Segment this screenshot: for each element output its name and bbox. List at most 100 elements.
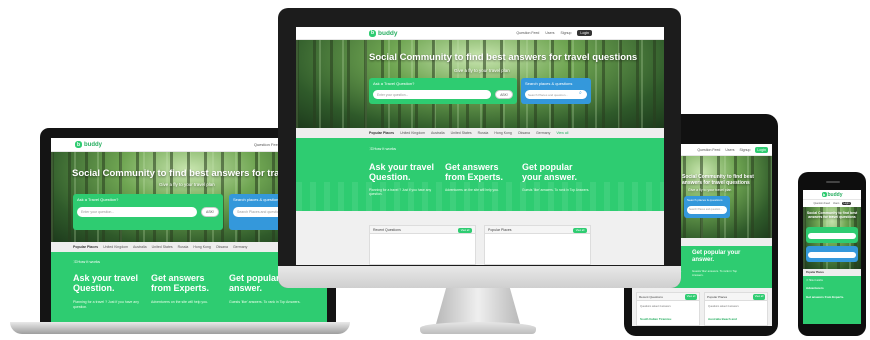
nav-signup[interactable]: Signup [561,31,572,35]
phone-screen: b buddy Question Feed Users Login Social… [803,190,861,324]
step-popular-text: Guests 'like' answers. To rank in Top An… [522,188,590,192]
hero-title: Social Community to find best answers fo… [682,174,754,186]
search-input[interactable]: Search Places and question... [687,206,727,214]
ask-question-label: Ask a Travel Question? [77,197,119,202]
logo-icon: b [369,29,376,37]
view-all-button[interactable]: View all [753,294,765,300]
monitor-topbar: b buddy Question Feed Users Signup Login [296,27,664,40]
monitor-nav: Question Feed Users Signup Login [516,30,592,36]
nav-question-feed[interactable]: Question Feed [516,31,539,35]
search-box: Search places & questions Search Places … [521,78,591,104]
view-all-button[interactable]: View all [685,294,697,300]
ask-question-label: Ask a Travel Question? [373,81,415,86]
phone-how-it-works: ⤨ How it works Adventurers Get answers f… [803,276,861,324]
place-link[interactable]: Oksana [216,245,228,249]
place-link[interactable]: Australia [133,245,147,249]
nav-users[interactable]: Users [725,148,734,152]
monitor-logo[interactable]: b buddy [369,29,398,37]
monitor-how-it-works: ⤨ How it works Ask your travel Question.… [296,138,664,211]
nav-question-feed[interactable]: Question Feed [697,148,720,152]
hero-subtitle: Give a fly to your travel plan [688,188,732,192]
step-ask-text: Planning for a travel ? Just if you have… [73,300,139,309]
phone-get-answers: Get answers from Experts. [806,295,845,299]
step-popular-title: Get popular your answer. [692,250,741,263]
step-ask-text: Planning for a travel ? Just if you have… [369,188,432,197]
popular-card: Popular Places View all Questions asked … [704,292,768,326]
question-meta: Questions asked 4 answers [640,305,671,308]
place-link[interactable]: Australia [431,131,445,135]
recent-questions-card: Recent Questions View all [369,225,476,265]
step-popular-text: Guests 'like' answers. To rank in Top An… [229,300,301,304]
logo-icon: b [821,192,827,197]
view-all-button[interactable]: View all [573,227,587,233]
search-label: Search places & questions [233,197,281,202]
logo-text: buddy [84,141,102,148]
step-ask-title: Ask your travel Question. [369,162,435,183]
login-button[interactable]: Login [842,202,851,205]
monitor-popular-places: Popular Places United Kingdom Australia … [296,128,664,138]
place-link[interactable]: Germany [536,131,550,135]
nav-users[interactable]: Users [833,202,840,205]
place-link[interactable]: Russia [478,131,489,135]
hero-title: Social Community to find best answers fo… [369,52,638,63]
phone-logo[interactable]: b buddy [821,191,843,198]
search-box [806,246,858,262]
nav-signup[interactable]: Signup [740,148,751,152]
monitor-hero: Social Community to find best answers fo… [296,40,664,128]
ask-button[interactable]: ASK! [201,207,219,217]
ask-button[interactable]: ASK! [495,90,513,99]
phone-adventurers: Adventurers [806,286,824,290]
hero-subtitle: Give a fly to your travel plan [454,68,510,73]
place-link[interactable]: United States [152,245,173,249]
magnifier-icon[interactable]: ⌕ [579,90,582,96]
step-answers-title: Get answers from Experts. [151,273,210,294]
monitor-foot [420,322,536,334]
search-input[interactable] [808,252,856,258]
ask-question-box: Ask a Travel Question? Enter your questi… [369,78,517,104]
phone-popular-places: Popular Places [803,269,861,276]
question-title[interactable]: Australia Beach and [708,317,737,321]
search-input[interactable]: Search Places and question... [525,90,587,99]
view-all-button[interactable]: View all [458,227,472,233]
ask-question-input[interactable]: Enter your question... [77,207,197,217]
how-it-works-label: ⤨ How it works [369,146,396,151]
place-link[interactable]: United States [451,131,472,135]
nav-question-feed[interactable]: Question Feed [254,142,280,147]
place-link[interactable]: Hong Kong [494,131,512,135]
how-it-works-label: ⤨ How it works [73,259,100,264]
ask-question-input[interactable] [808,233,856,239]
places-label: Popular Places [73,245,99,249]
logo-icon: b [75,141,82,148]
how-it-works-label: ⤨ How it works [806,279,823,282]
question-title[interactable]: South Italian Tiramisu [640,317,671,321]
login-button[interactable]: Login [755,146,768,153]
place-link[interactable]: United Kingdom [400,131,425,135]
hero-subtitle: Give a fly to your travel plan [159,182,215,187]
phone-nav: Question Feed Users Login [803,200,861,207]
ask-question-input[interactable]: Enter your question... [373,90,491,99]
monitor-screen: b buddy Question Feed Users Signup Login… [296,27,664,265]
step-popular-text: Guests 'like' answers. To rank in Top An… [692,269,737,277]
search-box: Search places & questions Search Places … [684,196,730,218]
view-all-places-link[interactable]: View all [556,131,568,135]
place-link[interactable]: Russia [178,245,189,249]
place-link[interactable]: Oksana [518,131,530,135]
place-link[interactable]: United Kingdom [103,245,128,249]
search-label: Search places & questions [687,198,723,202]
step-popular-title: Get popular your answer. [522,162,578,183]
step-answers-title: Get answers from Experts. [445,162,504,183]
place-link[interactable]: Hong Kong [193,245,211,249]
question-meta: Questions asked 4 answers [708,305,739,308]
recent-questions-card: Recent Questions View all Questions aske… [636,292,700,326]
city-skyline-background [296,181,664,211]
nav-users[interactable]: Users [545,31,554,35]
login-button[interactable]: Login [577,30,592,36]
step-answers-text: Adventurers on the site will help you. [445,188,499,192]
place-link[interactable]: Germany [233,245,247,249]
places-label: Popular Places [806,271,824,274]
laptop-logo[interactable]: b buddy [75,141,102,148]
nav-question-feed[interactable]: Question Feed [813,202,829,205]
ask-question-box [806,227,858,243]
monitor-stand [436,288,520,324]
logo-text: buddy [827,191,843,198]
